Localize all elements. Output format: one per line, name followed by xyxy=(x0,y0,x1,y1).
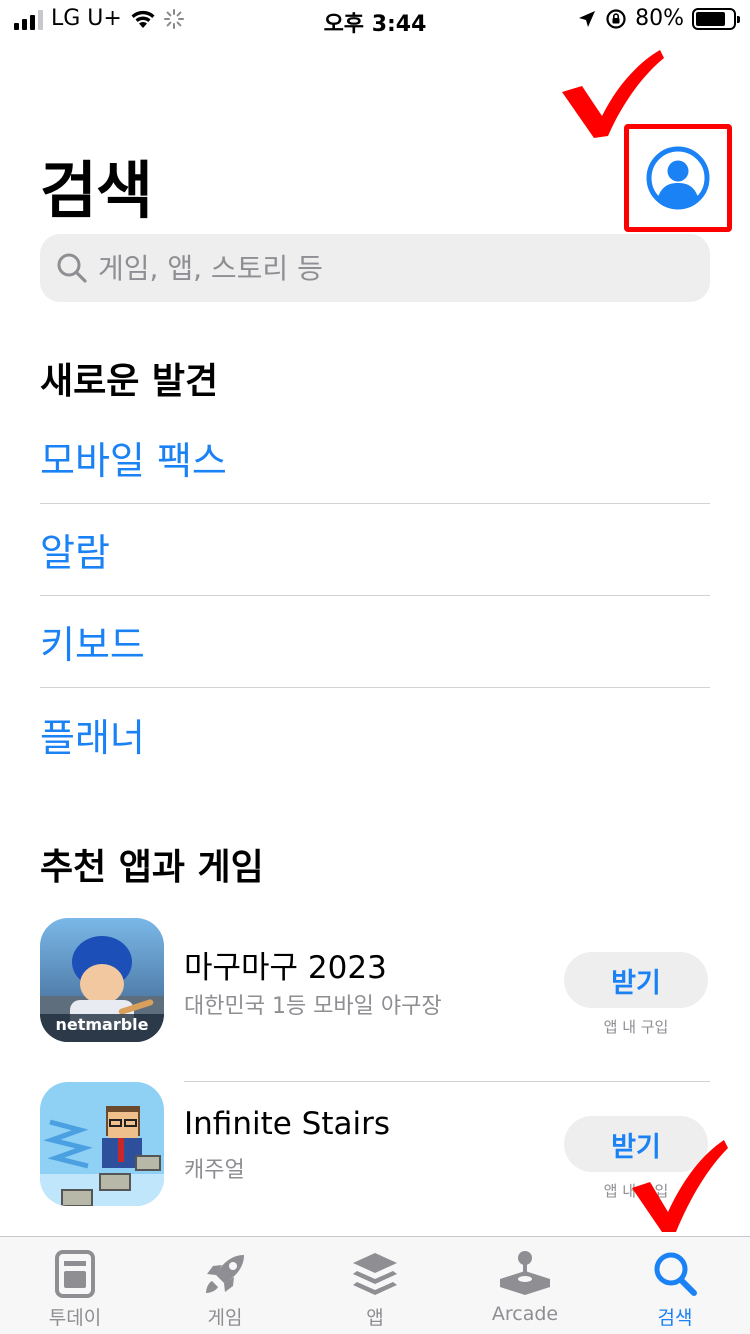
battery-fill xyxy=(696,11,725,26)
tab-label: 앱 xyxy=(366,1307,384,1329)
recommended-section-title: 추천 앱과 게임 xyxy=(40,847,264,888)
discover-item[interactable]: 키보드 xyxy=(40,596,710,688)
battery-icon xyxy=(692,7,740,30)
search-icon xyxy=(654,1252,697,1296)
today-icon xyxy=(55,1250,95,1298)
app-icon-magumagu[interactable]: netmarble xyxy=(40,918,164,1042)
app-row[interactable]: Infinite Stairs 캐주얼 받기 앱 내 구입 xyxy=(40,1082,710,1246)
app-icon-infinite-stairs[interactable] xyxy=(40,1082,164,1206)
battery-percent: 80% xyxy=(635,6,684,31)
tab-label: Arcade xyxy=(491,1303,559,1325)
location-arrow-icon xyxy=(579,10,596,27)
tab-label: 게임 xyxy=(207,1307,243,1329)
tab-today[interactable]: 투데이 xyxy=(0,1237,150,1334)
tab-apps[interactable]: 앱 xyxy=(300,1237,450,1334)
rocket-icon xyxy=(206,1255,244,1293)
tab-label: 투데이 xyxy=(48,1307,102,1329)
search-bar[interactable] xyxy=(40,234,710,302)
discover-list: 모바일 팩스 알람 키보드 플래너 xyxy=(40,412,710,780)
rotation-lock-icon xyxy=(606,8,626,29)
person-circle-icon[interactable] xyxy=(645,145,711,211)
app-name[interactable]: Infinite Stairs xyxy=(184,1106,390,1142)
app-row[interactable]: netmarble 마구마구 2023 대한민국 1등 모바일 야구장 받기 앱… xyxy=(40,918,710,1082)
search-input[interactable] xyxy=(98,251,658,285)
discover-item[interactable]: 알람 xyxy=(40,504,710,596)
app-subtitle: 캐주얼 xyxy=(184,1158,245,1183)
discover-section-title: 새로운 발견 xyxy=(40,361,219,402)
discover-item[interactable]: 플래너 xyxy=(40,688,710,780)
tab-arcade[interactable]: Arcade xyxy=(450,1237,600,1334)
annotation-checkmark-icon xyxy=(632,1140,728,1232)
search-icon xyxy=(57,253,87,283)
status-right: 80% xyxy=(577,6,740,31)
profile-highlight-box xyxy=(624,124,732,232)
joystick-icon xyxy=(500,1251,550,1295)
tab-search[interactable]: 검색 xyxy=(600,1237,750,1334)
get-button[interactable]: 받기 xyxy=(564,952,708,1008)
app-name[interactable]: 마구마구 2023 xyxy=(184,942,387,987)
tab-label: 검색 xyxy=(657,1307,693,1329)
tab-bar: 투데이 게임 앱 Arcade 검색 xyxy=(0,1236,750,1334)
in-app-purchase-label: 앱 내 구입 xyxy=(603,1018,669,1036)
netmarble-logo-text: netmarble xyxy=(55,1015,148,1034)
page-title: 검색 xyxy=(40,154,153,227)
tab-games[interactable]: 게임 xyxy=(150,1237,300,1334)
app-subtitle: 대한민국 1등 모바일 야구장 xyxy=(184,994,442,1019)
stack-icon xyxy=(353,1253,397,1295)
status-bar: LG U+ 오후 3:44 80% xyxy=(0,0,750,40)
discover-item[interactable]: 모바일 팩스 xyxy=(40,412,710,504)
